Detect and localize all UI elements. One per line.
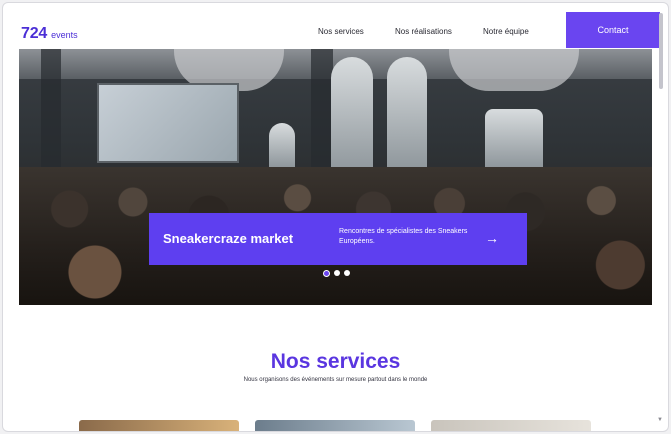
hero-photo-arch — [449, 49, 579, 91]
browser-frame: 724 events Nos services Nos réalisations… — [2, 2, 669, 432]
scrollbar-thumb[interactable] — [659, 13, 663, 89]
service-card-image[interactable] — [431, 420, 591, 431]
service-card-image[interactable] — [255, 420, 415, 431]
slider-dot-3[interactable] — [344, 270, 350, 276]
logo-word: events — [51, 30, 78, 40]
services-subtitle: Nous organisons des événements sur mesur… — [243, 377, 428, 383]
hero-photo-window — [331, 57, 373, 172]
hero-photo-window — [269, 123, 295, 167]
slider-dot-1[interactable] — [323, 270, 330, 277]
logo-number: 724 — [21, 25, 48, 42]
slider-dots — [323, 270, 350, 277]
service-card-image[interactable] — [79, 420, 239, 431]
services-title: Nos services — [270, 350, 401, 373]
contact-button[interactable]: Contact — [566, 12, 660, 48]
hero-photo-screen — [97, 83, 239, 163]
logo[interactable]: 724 events — [21, 25, 78, 43]
arrow-right-icon[interactable]: → — [485, 231, 499, 245]
banner-title: Sneakercraze market — [163, 231, 294, 246]
hero-slider: Sneakercraze market Rencontres de spécia… — [19, 49, 652, 305]
slider-dot-2[interactable] — [334, 270, 340, 276]
nav-realisations[interactable]: Nos réalisations — [395, 27, 452, 36]
nav-equipe[interactable]: Notre équipe — [483, 27, 529, 36]
nav-services[interactable]: Nos services — [318, 27, 364, 36]
hero-banner[interactable]: Sneakercraze market Rencontres de spécia… — [149, 213, 527, 265]
hero-photo-window — [485, 109, 543, 167]
scroll-down-icon[interactable]: ▼ — [657, 417, 663, 423]
hero-photo-window — [387, 57, 427, 169]
banner-description: Rencontres de spécialistes des Sneakers … — [339, 228, 468, 245]
